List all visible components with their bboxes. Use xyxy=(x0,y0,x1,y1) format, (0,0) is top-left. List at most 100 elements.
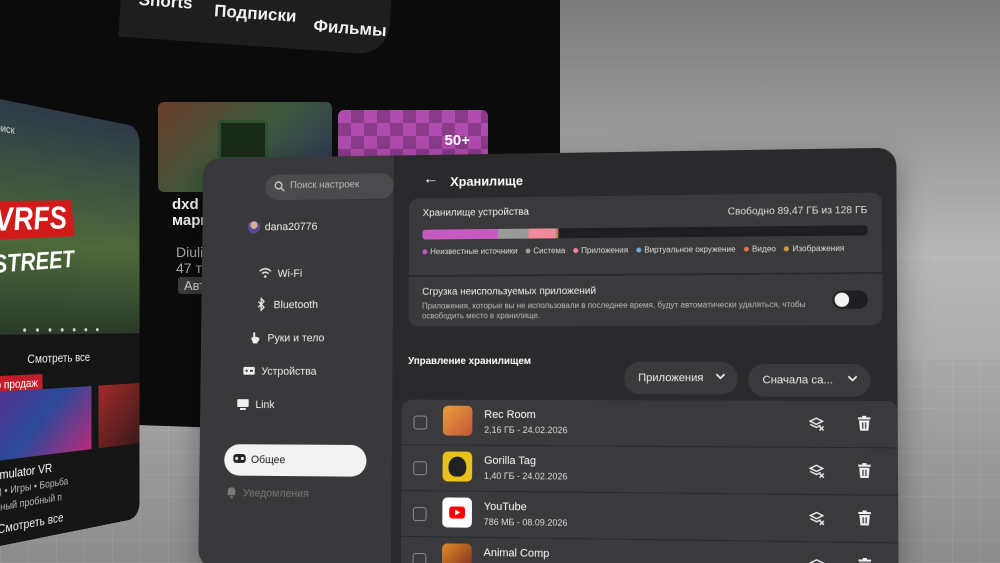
search-icon xyxy=(274,181,286,193)
app-name: Rec Room xyxy=(484,408,536,422)
chevron-down-icon xyxy=(847,373,857,383)
device-storage-title: Хранилище устройства xyxy=(422,206,529,219)
sort-value: Сначала са... xyxy=(762,374,833,387)
store-search[interactable]: Поиск xyxy=(0,121,15,137)
trash-icon[interactable] xyxy=(856,557,873,563)
app-meta: 786 МБ - 08.09.2026 xyxy=(483,516,568,528)
sidebar-item-general[interactable]: Общее xyxy=(224,444,367,477)
legend-dot xyxy=(422,249,428,255)
see-all-link-bottom[interactable]: Смотреть все xyxy=(0,510,63,537)
devices-icon xyxy=(243,366,255,375)
sidebar-item-label: Bluetooth xyxy=(273,299,319,312)
app-checkbox[interactable] xyxy=(413,461,427,476)
storage-segment-system xyxy=(498,228,529,239)
gorilla-tag-icon xyxy=(442,451,473,482)
offload-apps-card: Сгрузка неиспользуемых приложений Прилож… xyxy=(408,274,883,327)
username: dana20776 xyxy=(264,221,318,234)
legend-label: Виртуальное окружение xyxy=(644,244,736,255)
clear-data-icon[interactable] xyxy=(808,557,825,563)
trash-icon[interactable] xyxy=(856,415,873,432)
trash-icon[interactable] xyxy=(856,510,873,527)
legend-item: Неизвестные источники xyxy=(422,247,517,258)
carousel-dots[interactable]: ● ● ● ● ● ● ● xyxy=(22,325,102,335)
avatar xyxy=(247,220,261,234)
storage-legend: Неизвестные источники Система Приложения Ви… xyxy=(422,244,865,258)
sidebar-item-wifi[interactable]: Wi-Fi xyxy=(277,267,303,280)
legend-dot xyxy=(784,246,790,252)
legend-item: Приложения xyxy=(573,246,628,256)
clear-data-icon[interactable] xyxy=(808,415,825,431)
legend-dot xyxy=(636,247,642,253)
manage-storage-title: Управление хранилищем xyxy=(408,356,532,367)
game-thumbnail-2[interactable] xyxy=(98,383,140,449)
sidebar-item-label: Уведомления xyxy=(242,487,309,500)
legend-item: Изображения xyxy=(784,244,844,255)
legend-item: Система xyxy=(525,246,565,256)
rec-room-icon xyxy=(442,405,473,436)
sidebar-item-label: Wi-Fi xyxy=(277,267,303,280)
app-meta: 2,16 ГБ - 24.02.2026 xyxy=(484,424,568,436)
filter-value: Приложения xyxy=(638,372,704,385)
clear-data-icon[interactable] xyxy=(808,509,825,526)
trash-icon[interactable] xyxy=(856,463,873,480)
hero-logo: VRFS xyxy=(0,200,75,241)
thumbnail-tv xyxy=(218,120,268,160)
legend-dot xyxy=(525,248,531,254)
hero-logo-subtitle: STREET xyxy=(0,244,76,279)
filter-dropdown[interactable]: Приложения xyxy=(624,362,738,395)
sidebar-item-link[interactable]: Link xyxy=(237,399,275,411)
app-row[interactable]: Gorilla Tag 1,40 ГБ - 24.02.2026 xyxy=(401,445,899,496)
sidebar-item-label: Устройства xyxy=(261,365,317,378)
offload-toggle[interactable] xyxy=(832,290,868,309)
youtube-tab-shorts[interactable]: Shorts xyxy=(138,0,193,14)
settings-search-input[interactable]: Поиск настроек xyxy=(265,173,394,201)
legend-dot xyxy=(743,247,749,253)
app-row[interactable]: Rec Room 2,16 ГБ - 24.02.2026 xyxy=(401,399,898,449)
sidebar-item-notifications[interactable]: Уведомления xyxy=(227,487,309,500)
search-placeholder: Поиск настроек xyxy=(289,179,360,192)
app-row[interactable]: YouTube 786 МБ - 08.09.2026 xyxy=(400,490,899,544)
store-panel: Поиск VRFS STREET ● ● ● ● ● ● ● Смотреть… xyxy=(0,95,140,550)
store-hero-banner[interactable]: Поиск VRFS STREET ● ● ● ● ● ● ● xyxy=(0,95,140,335)
back-arrow-icon[interactable]: ← xyxy=(423,171,439,189)
legend-item: Видео xyxy=(743,244,776,254)
device-storage-card: Хранилище устройства Свободно 89,47 ГБ и… xyxy=(408,192,883,276)
legend-label: Видео xyxy=(751,244,776,254)
gorilla-face xyxy=(448,456,467,477)
settings-content: ← Хранилище Хранилище устройства Свободн… xyxy=(391,148,899,563)
storage-segment-unknown xyxy=(422,228,499,240)
app-name: Animal Comp xyxy=(483,546,550,560)
app-checkbox[interactable] xyxy=(412,552,427,563)
settings-panel: Поиск настроек dana20776 Wi-Fi Bluetooth… xyxy=(198,147,899,563)
youtube-tab-movies[interactable]: Фильмы xyxy=(313,16,387,41)
sort-dropdown[interactable]: Сначала са... xyxy=(748,364,871,397)
game-thumbnail[interactable] xyxy=(0,386,92,463)
settings-sidebar: Поиск настроек dana20776 Wi-Fi Bluetooth… xyxy=(198,155,394,563)
clear-data-icon[interactable] xyxy=(808,462,825,479)
free-space-label: Свободно 89,47 ГБ из 128 ГБ xyxy=(727,204,868,218)
user-profile[interactable]: dana20776 xyxy=(247,220,318,234)
sidebar-item-bluetooth[interactable]: Bluetooth xyxy=(273,299,318,311)
animal-company-icon xyxy=(441,543,472,563)
legend-item: Виртуальное окружение xyxy=(636,244,736,256)
app-checkbox[interactable] xyxy=(412,507,427,522)
bluetooth-icon xyxy=(254,297,267,311)
app-name: Gorilla Tag xyxy=(484,454,537,468)
offload-title: Сгрузка неиспользуемых приложений xyxy=(422,285,597,298)
storage-usage-bar xyxy=(422,225,868,240)
youtube-tab-subscriptions[interactable]: Подписки xyxy=(214,1,297,27)
link-icon xyxy=(237,399,249,410)
see-all-link-top[interactable]: Смотреть все xyxy=(27,350,90,366)
headset-icon xyxy=(233,453,246,463)
legend-label: Приложения xyxy=(581,245,629,256)
app-meta: 1,40 ГБ - 24.02.2026 xyxy=(483,470,568,482)
hand-icon xyxy=(251,332,260,344)
wifi-icon xyxy=(259,266,272,278)
offload-description: Приложения, которые вы не использовали в… xyxy=(421,299,806,321)
app-checkbox[interactable] xyxy=(413,415,428,430)
legend-dot xyxy=(573,248,579,254)
sidebar-item-devices[interactable]: Устройства xyxy=(243,365,317,378)
thumbnail-badge: 50+ xyxy=(444,132,470,149)
bell-icon xyxy=(227,487,236,499)
sidebar-item-hands[interactable]: Руки и тело xyxy=(251,332,324,344)
